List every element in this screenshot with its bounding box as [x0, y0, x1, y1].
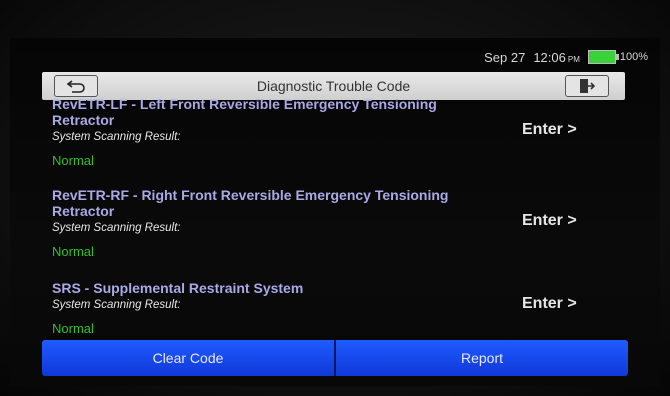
status-text: Normal — [52, 153, 94, 168]
enter-button[interactable]: Enter > — [522, 212, 577, 230]
bottom-toolbar: Clear Code Report — [42, 340, 628, 376]
enter-button[interactable]: Enter > — [522, 121, 577, 139]
status-ampm: PM — [567, 54, 580, 64]
status-bar: Sep 27 12:06 PM 100% — [484, 47, 648, 67]
exit-icon — [580, 79, 596, 93]
status-time: 12:06 PM — [533, 49, 580, 65]
status-date: Sep 27 — [484, 49, 526, 65]
page-title: Diagnostic Trouble Code — [256, 78, 411, 94]
status-text: Normal — [52, 321, 94, 336]
battery-percent: 100% — [619, 51, 648, 63]
status-text: Normal — [52, 244, 94, 259]
enter-button[interactable]: Enter > — [522, 295, 577, 313]
system-title: SRS - Supplemental Restraint System — [52, 280, 304, 296]
battery-icon — [587, 50, 619, 64]
exit-button[interactable] — [565, 75, 609, 97]
clear-code-button[interactable]: Clear Code — [42, 340, 336, 376]
report-button[interactable]: Report — [336, 340, 628, 376]
